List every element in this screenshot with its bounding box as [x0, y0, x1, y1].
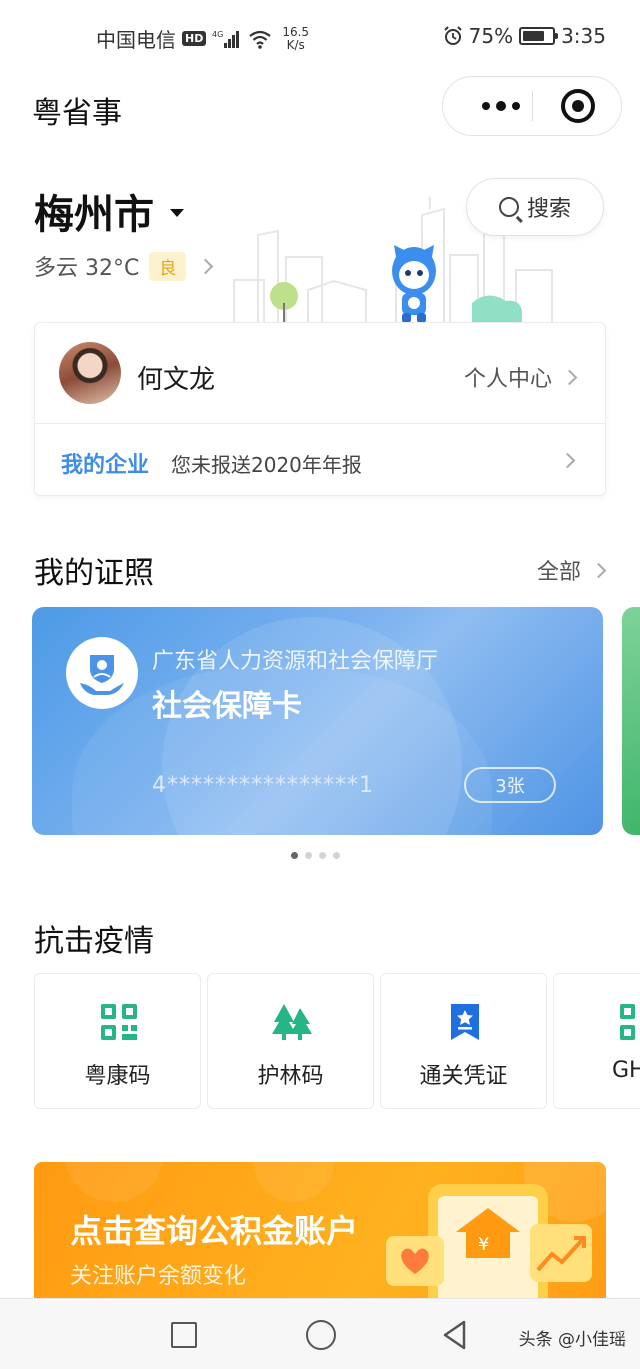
tile-label: 通关凭证	[419, 1064, 508, 1089]
network-speed: 16.5 K/s	[282, 24, 310, 52]
qr-code-icon	[101, 1004, 137, 1040]
network-speed-unit: K/s	[286, 37, 305, 52]
city-selector[interactable]: 梅州市	[34, 182, 184, 240]
caret-down-icon	[170, 209, 184, 217]
status-bar: 中国电信 HD 4G 16.5 K/s 75% 3:35	[0, 0, 640, 72]
tile-health-code[interactable]: 粤康码	[34, 973, 201, 1109]
system-navigation-bar: 头条 @小佳瑶	[0, 1298, 640, 1369]
user-card: 何文龙 个人中心 我的企业 您未报送2020年年报	[34, 322, 606, 496]
cellular-signal-icon: 4G	[212, 30, 240, 48]
app-title: 粤省事	[32, 96, 122, 131]
divider	[35, 423, 605, 424]
qr-code-icon	[620, 1004, 635, 1040]
chevron-right-icon	[561, 369, 578, 385]
city-name: 梅州市	[34, 192, 154, 238]
next-license-card[interactable]	[622, 607, 640, 835]
mascot-icon	[392, 245, 436, 323]
personal-center-label: 个人中心	[463, 367, 552, 392]
weather-row[interactable]: 多云 32°C 良	[34, 250, 214, 282]
tile-label: 粤康码	[84, 1064, 151, 1089]
network-type: 4G	[212, 30, 223, 39]
card-number: 4****************1	[152, 773, 374, 798]
card-issuer: 广东省人力资源和社会保障厅	[152, 649, 439, 674]
tile-gh[interactable]: GH	[553, 973, 640, 1109]
air-quality-badge: 良	[149, 251, 187, 281]
section-title-epidemic: 抗击疫情	[34, 924, 154, 959]
weather-text: 多云 32°C	[34, 256, 140, 281]
my-enterprise-link[interactable]: 我的企业	[61, 447, 149, 479]
housing-fund-banner[interactable]: ¥ 点击查询公积金账户 关注账户余额变化	[34, 1162, 606, 1312]
home-button[interactable]	[306, 1320, 336, 1350]
tile-label: GH	[612, 1058, 640, 1083]
more-menu-button[interactable]	[469, 77, 533, 135]
carousel-dot[interactable]	[319, 852, 326, 859]
tile-label: 护林码	[257, 1064, 324, 1089]
pass-badge-icon	[451, 1004, 479, 1040]
chevron-right-icon	[559, 452, 576, 469]
section-title-licenses: 我的证照	[34, 556, 154, 591]
dot-icon	[482, 102, 490, 110]
view-all-licenses-link[interactable]: 全部	[536, 554, 607, 586]
watermark: 头条 @小佳瑶	[518, 1330, 626, 1350]
svg-text:¥: ¥	[478, 1234, 489, 1255]
chevron-right-icon	[590, 562, 607, 578]
carrier-label: 中国电信	[96, 28, 176, 52]
carousel-dot[interactable]	[333, 852, 340, 859]
card-count-badge[interactable]: 3张	[464, 767, 556, 803]
hrss-logo-icon	[66, 637, 138, 709]
recent-apps-button[interactable]	[171, 1322, 197, 1348]
search-label: 搜索	[526, 197, 571, 222]
battery-percent: 75%	[468, 24, 514, 48]
chevron-right-icon	[198, 258, 214, 274]
banner-title: 点击查询公积金账户	[70, 1212, 359, 1250]
hd-badge: HD	[182, 31, 207, 46]
status-right: 75% 3:35	[443, 24, 606, 48]
tile-customs-pass[interactable]: 通关凭证	[380, 973, 547, 1109]
view-all-label: 全部	[536, 560, 581, 585]
tile-forest-code[interactable]: 护林码	[207, 973, 374, 1109]
social-security-card[interactable]: 广东省人力资源和社会保障厅 社会保障卡 4****************1 3…	[32, 607, 603, 835]
carousel-dot[interactable]	[305, 852, 312, 859]
avatar[interactable]	[59, 342, 121, 404]
search-icon	[498, 197, 519, 217]
carousel-dot[interactable]	[291, 852, 298, 859]
dot-icon	[496, 101, 506, 111]
trees-icon	[272, 1004, 312, 1040]
back-button[interactable]	[440, 1319, 470, 1351]
dot-icon	[512, 102, 520, 110]
card-name: 社会保障卡	[152, 689, 302, 724]
battery-level-fill	[523, 31, 545, 41]
close-target-icon[interactable]	[561, 89, 595, 123]
phone-fund-illustration: ¥	[386, 1184, 592, 1312]
search-button[interactable]: 搜索	[466, 178, 604, 236]
banner-subtitle: 关注账户余额变化	[70, 1264, 247, 1289]
capsule-divider	[532, 91, 533, 121]
network-speed-value: 16.5	[282, 24, 310, 39]
carousel-pagination	[291, 852, 340, 859]
enterprise-notice[interactable]: 您未报送2020年年报	[171, 449, 362, 478]
battery-icon	[519, 27, 559, 45]
user-name: 何文龙	[137, 365, 216, 395]
clock: 3:35	[561, 24, 606, 48]
personal-center-link[interactable]: 个人中心	[463, 361, 578, 393]
status-left: 中国电信 HD 4G 16.5 K/s	[96, 24, 309, 53]
mini-program-capsule	[442, 76, 622, 136]
wifi-icon	[249, 30, 272, 49]
alarm-icon	[443, 26, 462, 45]
